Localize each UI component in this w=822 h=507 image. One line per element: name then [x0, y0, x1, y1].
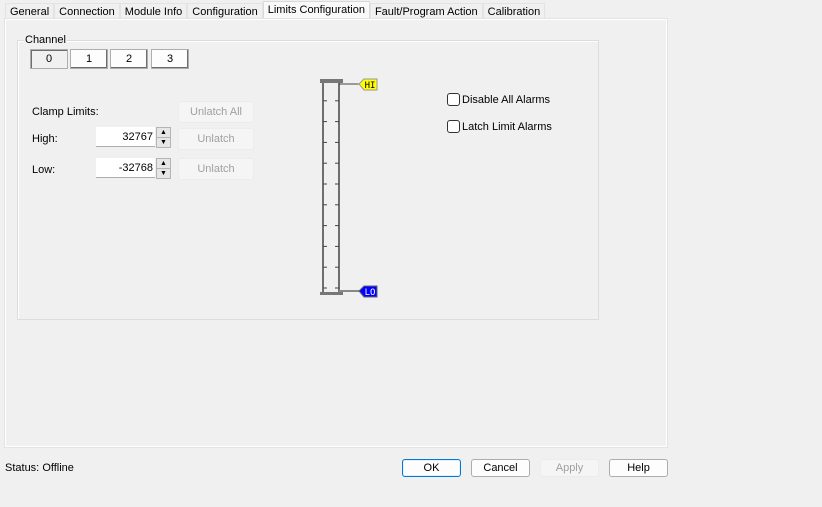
disable-all-alarms-checkbox[interactable]: Disable All Alarms	[447, 93, 550, 106]
latch-limit-alarms-checkbox[interactable]: Latch Limit Alarms	[447, 120, 552, 133]
low-clamp-spinner[interactable]: ▲ ▼	[156, 158, 171, 179]
disable-all-alarms-label: Disable All Alarms	[462, 93, 551, 106]
channel-group-legend: Channel	[24, 34, 67, 46]
ok-button[interactable]: OK	[402, 459, 461, 477]
status-label: Status:	[5, 462, 40, 474]
spin-up-icon[interactable]: ▲	[157, 159, 170, 169]
lo-marker[interactable]: LO	[339, 285, 378, 298]
checkbox-box[interactable]	[447, 93, 460, 106]
spin-up-icon[interactable]: ▲	[157, 128, 170, 138]
tab-strip: General Connection Module Info Configura…	[5, 1, 546, 21]
cancel-button[interactable]: Cancel	[471, 459, 530, 477]
high-label: High:	[32, 133, 58, 145]
channel-1-button[interactable]: 1	[70, 49, 108, 69]
spin-down-icon[interactable]: ▼	[157, 169, 170, 178]
latch-limit-alarms-label: Latch Limit Alarms	[462, 120, 552, 133]
gauge-top-cap	[320, 79, 343, 83]
gauge-bar	[320, 79, 343, 295]
low-label: Low:	[32, 164, 56, 176]
high-clamp-input[interactable]: 32767	[96, 127, 155, 147]
status-bar: Status: Offline	[5, 462, 74, 474]
gauge-bottom-cap	[320, 292, 343, 295]
status-value: Offline	[42, 462, 74, 474]
unlatch-high-button[interactable]: Unlatch	[178, 128, 254, 150]
channel-3-button[interactable]: 3	[151, 49, 189, 69]
low-clamp-input[interactable]: -32768	[96, 158, 155, 178]
channel-0-button[interactable]: 0	[30, 49, 68, 69]
unlatch-all-button[interactable]: Unlatch All	[178, 101, 254, 123]
spin-down-icon[interactable]: ▼	[157, 138, 170, 147]
checkbox-box[interactable]	[447, 120, 460, 133]
help-button[interactable]: Help	[609, 459, 668, 477]
unlatch-low-button[interactable]: Unlatch	[178, 158, 254, 180]
channel-group	[17, 40, 599, 320]
clamp-limits-label: Clamp Limits:	[32, 106, 99, 118]
high-clamp-spinner[interactable]: ▲ ▼	[156, 127, 171, 148]
apply-button[interactable]: Apply	[540, 459, 599, 477]
lo-tag-label: LO	[365, 288, 376, 298]
channel-2-button[interactable]: 2	[110, 49, 148, 69]
hi-marker[interactable]: HI	[339, 78, 378, 91]
limits-gauge: HI LO	[320, 78, 378, 298]
hi-tag-label: HI	[365, 81, 376, 91]
tab-limits-configuration[interactable]: Limits Configuration	[262, 1, 370, 21]
